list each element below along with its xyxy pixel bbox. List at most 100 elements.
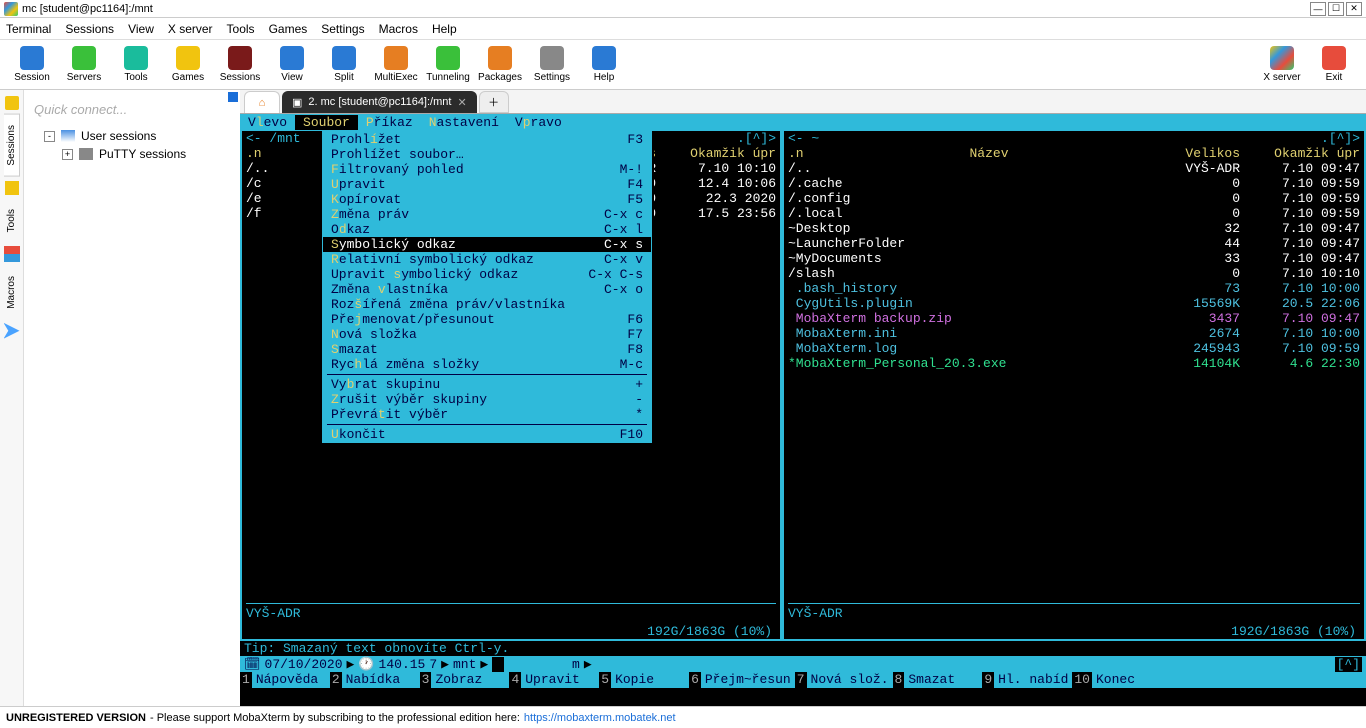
status-path: mnt — [453, 657, 476, 672]
mc-right-panel[interactable]: <- ~.[^]> .n Název Velikos Okamžik úpr /… — [782, 131, 1366, 641]
terminal-area[interactable]: VlevoSouborPříkazNastaveníVpravo <- /mnt… — [240, 114, 1366, 706]
tool-help[interactable]: Help — [578, 46, 630, 83]
tool-packages[interactable]: Packages — [474, 46, 526, 83]
file-row[interactable]: /.config0 7.10 09:59 — [784, 191, 1364, 206]
file-row[interactable]: MobaXterm backup.zip3437 7.10 09:47 — [784, 311, 1364, 326]
file-row[interactable]: CygUtils.plugin15569K20.5 22:06 — [784, 296, 1364, 311]
close-button[interactable]: ✕ — [1346, 2, 1362, 16]
file-row[interactable]: ~Desktop32 7.10 09:47 — [784, 221, 1364, 236]
side-tab-macros[interactable]: Macros — [4, 266, 19, 319]
menu-macros[interactable]: Macros — [379, 22, 418, 36]
fkey-7[interactable]: 7Nová slož. — [795, 672, 893, 688]
tool-exit[interactable]: Exit — [1308, 46, 1360, 83]
file-row[interactable]: /.local0 7.10 09:59 — [784, 206, 1364, 221]
tree-putty-sessions[interactable]: +PuTTY sessions — [30, 145, 234, 163]
tool-tunneling[interactable]: Tunneling — [422, 46, 474, 83]
menu-item[interactable]: UpravitF4 — [323, 177, 651, 192]
quick-connect-input[interactable]: Quick connect... — [30, 96, 234, 127]
file-row[interactable]: ~LauncherFolder44 7.10 09:47 — [784, 236, 1364, 251]
menu-xserver[interactable]: X server — [168, 22, 213, 36]
side-tab-tools[interactable]: Tools — [4, 199, 19, 242]
file-row[interactable]: MobaXterm.log245943 7.10 09:59 — [784, 341, 1364, 356]
servers-icon — [72, 46, 96, 70]
home-tab[interactable]: ⌂ — [244, 91, 280, 113]
menu-item[interactable]: Relativní symbolický odkazC-x v — [323, 252, 651, 267]
menu-settings[interactable]: Settings — [321, 22, 364, 36]
menu-item[interactable]: Nová složkaF7 — [323, 327, 651, 342]
fkey-5[interactable]: 5Kopie — [599, 672, 689, 688]
expand-icon[interactable]: - — [44, 131, 55, 142]
status-n: 7 — [429, 657, 437, 672]
file-row[interactable]: ~MyDocuments33 7.10 09:47 — [784, 251, 1364, 266]
menu-item[interactable]: Symbolický odkazC-x s — [323, 237, 651, 252]
tool-session[interactable]: Session — [6, 46, 58, 83]
file-row[interactable]: /.cache0 7.10 09:59 — [784, 176, 1364, 191]
menu-item[interactable]: Filtrovaný pohledM-! — [323, 162, 651, 177]
mc-menu-item[interactable]: Vpravo — [507, 115, 570, 130]
tool-tools[interactable]: Tools — [110, 46, 162, 83]
fkey-4[interactable]: 4Upravit — [509, 672, 599, 688]
fkey-9[interactable]: 9Hl. nabíd — [982, 672, 1072, 688]
menu-item[interactable]: Změna vlastníkaC-x o — [323, 282, 651, 297]
menu-item[interactable]: Rychlá změna složkyM-c — [323, 357, 651, 372]
fkey-10[interactable]: 10Konec — [1072, 672, 1170, 688]
file-row[interactable]: .bash_history73 7.10 10:00 — [784, 281, 1364, 296]
file-row[interactable]: /..VYŠ-ADR 7.10 09:47 — [784, 161, 1364, 176]
minimize-button[interactable]: — — [1310, 2, 1326, 16]
tool-servers[interactable]: Servers — [58, 46, 110, 83]
left-disk: 192G/1863G (10%) — [647, 624, 772, 639]
menu-item[interactable]: Prohlížet soubor… — [323, 147, 651, 162]
app-menubar: Terminal Sessions View X server Tools Games Se… — [0, 18, 1366, 40]
menu-item[interactable]: UkončitF10 — [323, 427, 651, 442]
menu-sessions[interactable]: Sessions — [65, 22, 114, 36]
send-icon[interactable] — [4, 323, 20, 339]
tab-close-icon[interactable]: ✕ — [457, 96, 466, 109]
mc-menu-item[interactable]: Nastavení — [421, 115, 507, 130]
menu-games[interactable]: Games — [269, 22, 308, 36]
fkey-8[interactable]: 8Smazat — [893, 672, 983, 688]
file-menu-dropdown[interactable]: ProhlížetF3Prohlížet soubor…Filtrovaný p… — [322, 131, 652, 443]
menu-terminal[interactable]: Terminal — [6, 22, 51, 36]
menu-item[interactable]: Změna právC-x c — [323, 207, 651, 222]
terminal-tab[interactable]: ▣ 2. mc [student@pc1164]:/mnt ✕ — [282, 91, 477, 113]
expand-icon[interactable]: + — [62, 149, 73, 160]
menu-item[interactable]: Rozšířená změna práv/vlastníka — [323, 297, 651, 312]
tool-xserver[interactable]: X server — [1256, 46, 1308, 83]
mc-menu-item[interactable]: Soubor — [295, 115, 358, 130]
menu-item[interactable]: Převrátit výběr* — [323, 407, 651, 422]
file-row[interactable]: MobaXterm.ini2674 7.10 10:00 — [784, 326, 1364, 341]
side-tab-sessions[interactable]: Sessions — [4, 114, 20, 177]
menu-item[interactable]: ProhlížetF3 — [323, 132, 651, 147]
menu-view[interactable]: View — [128, 22, 154, 36]
tool-sessions[interactable]: Sessions — [214, 46, 266, 83]
support-link[interactable]: https://mobaxterm.mobatek.net — [524, 712, 676, 724]
mc-menu-item[interactable]: Vlevo — [240, 115, 295, 130]
menu-item[interactable]: Upravit symbolický odkazC-x C-s — [323, 267, 651, 282]
menu-item[interactable]: Vybrat skupinu+ — [323, 377, 651, 392]
menu-tools[interactable]: Tools — [227, 22, 255, 36]
menu-item[interactable]: KopírovatF5 — [323, 192, 651, 207]
mc-fkeys: 1Nápověda2Nabídka3Zobraz4Upravit5Kopie6P… — [240, 672, 1366, 688]
fkey-6[interactable]: 6Přejm~řesun — [689, 672, 795, 688]
star-icon[interactable] — [5, 96, 19, 110]
menu-item[interactable]: Zrušit výběr skupiny- — [323, 392, 651, 407]
tree-user-sessions[interactable]: -User sessions — [30, 127, 234, 145]
tool-games[interactable]: Games — [162, 46, 214, 83]
tools-tab-icon — [5, 181, 19, 195]
tool-settings[interactable]: Settings — [526, 46, 578, 83]
fkey-3[interactable]: 3Zobraz — [420, 672, 510, 688]
mc-menu-item[interactable]: Příkaz — [358, 115, 421, 130]
tool-multiexec[interactable]: MultiExec — [370, 46, 422, 83]
menu-item[interactable]: Přejmenovat/přesunoutF6 — [323, 312, 651, 327]
menu-item[interactable]: OdkazC-x l — [323, 222, 651, 237]
tool-view[interactable]: View — [266, 46, 318, 83]
fkey-1[interactable]: 1Nápověda — [240, 672, 330, 688]
maximize-button[interactable]: ☐ — [1328, 2, 1344, 16]
new-tab-button[interactable]: ＋ — [479, 91, 509, 113]
file-row[interactable]: /slash0 7.10 10:10 — [784, 266, 1364, 281]
file-row[interactable]: *MobaXterm_Personal_20.3.exe14104K 4.6 2… — [784, 356, 1364, 371]
tool-split[interactable]: Split — [318, 46, 370, 83]
menu-help[interactable]: Help — [432, 22, 457, 36]
fkey-2[interactable]: 2Nabídka — [330, 672, 420, 688]
menu-item[interactable]: SmazatF8 — [323, 342, 651, 357]
